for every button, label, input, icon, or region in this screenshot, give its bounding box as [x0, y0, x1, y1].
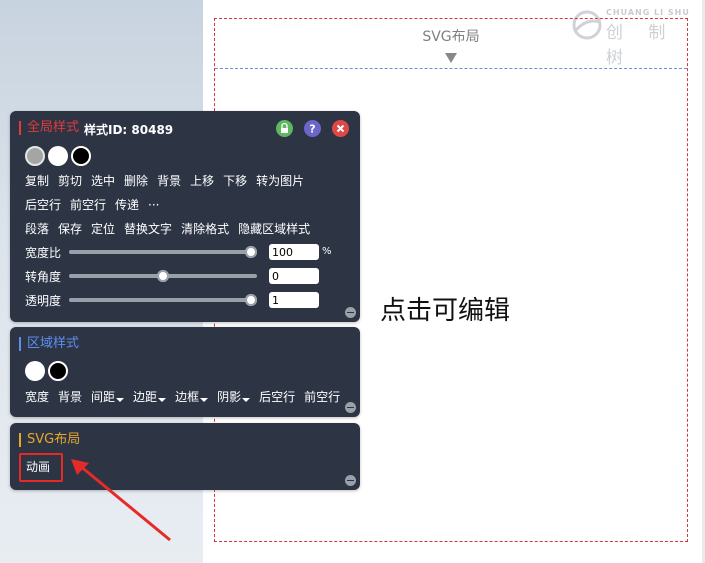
more-button[interactable]: ···: [148, 198, 159, 212]
background-button[interactable]: 背景: [157, 172, 181, 189]
color-swatch-black[interactable]: [48, 361, 68, 381]
svg-text:?: ?: [309, 123, 315, 136]
slider-knob[interactable]: [245, 246, 257, 258]
border-dropdown[interactable]: 边框: [175, 388, 208, 405]
hide-region-style-button[interactable]: 隐藏区域样式: [238, 220, 310, 237]
toolbar-row-2: 后空行 前空行 传递 ···: [25, 196, 169, 213]
animation-button[interactable]: 动画: [19, 453, 63, 482]
rotation-slider[interactable]: [69, 270, 257, 282]
cut-button[interactable]: 剪切: [58, 172, 82, 189]
spacing-dropdown[interactable]: 间距: [91, 388, 124, 405]
move-down-button[interactable]: 下移: [223, 172, 247, 189]
close-icon[interactable]: [332, 120, 349, 137]
region-style-panel: 区域样式 宽度 背景 间距 边距 边框 阴影 后空行 前空行: [10, 327, 360, 417]
blank-line-before-button[interactable]: 前空行: [70, 196, 106, 213]
width-ratio-label: 宽度比: [25, 246, 62, 260]
help-icon[interactable]: ?: [304, 120, 321, 137]
logo-english: CHUANG LI SHU: [606, 8, 690, 17]
color-swatch-gray[interactable]: [25, 146, 45, 166]
opacity-input[interactable]: [269, 292, 319, 308]
canvas-header: SVG布局: [215, 19, 687, 69]
replace-text-button[interactable]: 替换文字: [124, 220, 172, 237]
color-swatch-white[interactable]: [25, 361, 45, 381]
select-button[interactable]: 选中: [91, 172, 115, 189]
opacity-label: 透明度: [25, 294, 62, 308]
color-swatch-white[interactable]: [48, 146, 68, 166]
width-ratio-slider[interactable]: [69, 246, 257, 258]
copy-button[interactable]: 复制: [25, 172, 49, 189]
collapse-icon[interactable]: [345, 307, 356, 318]
collapse-icon[interactable]: [345, 402, 356, 413]
color-swatch-black[interactable]: [71, 146, 91, 166]
triangle-down-icon: [445, 53, 457, 63]
blank-line-after-button[interactable]: 后空行: [259, 388, 295, 405]
opacity-slider[interactable]: [69, 294, 257, 306]
width-ratio-input[interactable]: [269, 244, 319, 260]
panel-title: 全局样式: [19, 121, 79, 135]
region-toolbar: 宽度 背景 间距 边距 边框 阴影 后空行 前空行: [25, 388, 349, 405]
blank-line-before-button[interactable]: 前空行: [304, 388, 340, 405]
panel-title: SVG布局: [19, 433, 80, 447]
slider-knob[interactable]: [245, 294, 257, 306]
delete-button[interactable]: 删除: [124, 172, 148, 189]
rotation-label: 转角度: [25, 270, 62, 284]
annotation-arrow-icon: [71, 459, 171, 542]
blank-line-after-button[interactable]: 后空行: [25, 196, 61, 213]
transfer-button[interactable]: 传递: [115, 196, 139, 213]
position-button[interactable]: 定位: [91, 220, 115, 237]
svg-layout-panel: SVG布局 动画: [10, 423, 360, 490]
style-id: 样式ID: 80489: [84, 123, 174, 137]
panel-title: 区域样式: [19, 337, 79, 351]
percent-unit: %: [322, 246, 332, 257]
background-button[interactable]: 背景: [58, 388, 82, 405]
lock-icon[interactable]: [276, 120, 293, 137]
move-up-button[interactable]: 上移: [190, 172, 214, 189]
rotation-input[interactable]: [269, 268, 319, 284]
collapse-icon[interactable]: [345, 475, 356, 486]
clear-format-button[interactable]: 清除格式: [181, 220, 229, 237]
width-button[interactable]: 宽度: [25, 388, 49, 405]
slider-knob[interactable]: [157, 270, 169, 282]
to-image-button[interactable]: 转为图片: [256, 172, 304, 189]
global-style-panel: 全局样式 样式ID: 80489 ? 复制 剪切 选中 删除 背景 上移 下移 转为图片 后空…: [10, 111, 360, 322]
margin-dropdown[interactable]: 边距: [133, 388, 166, 405]
shadow-dropdown[interactable]: 阴影: [217, 388, 250, 405]
paragraph-button[interactable]: 段落: [25, 220, 49, 237]
toolbar-row-3: 段落 保存 定位 替换文字 清除格式 隐藏区域样式: [25, 220, 319, 237]
editable-text[interactable]: 点击可编辑: [380, 290, 510, 327]
canvas-title: SVG布局: [422, 29, 480, 45]
toolbar-row-1: 复制 剪切 选中 删除 背景 上移 下移 转为图片: [25, 172, 313, 189]
save-button[interactable]: 保存: [58, 220, 82, 237]
